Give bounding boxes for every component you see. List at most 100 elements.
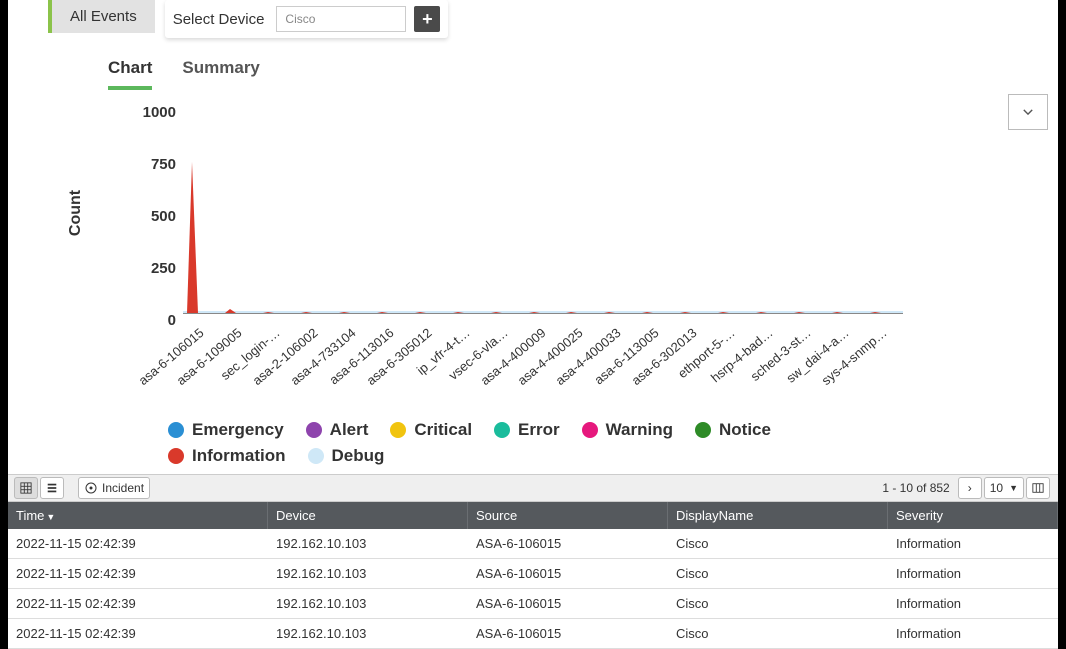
- tab-all-events[interactable]: All Events: [48, 0, 155, 33]
- chart: Count 10007505002500 asa-6-106015asa-6-1…: [108, 94, 1018, 474]
- legend-item[interactable]: Warning: [582, 420, 673, 440]
- legend-item[interactable]: Notice: [695, 420, 771, 440]
- legend-item[interactable]: Alert: [306, 420, 369, 440]
- legend-item[interactable]: Information: [168, 446, 286, 466]
- incident-icon: [84, 481, 98, 495]
- tab-chart-label: Chart: [108, 58, 152, 77]
- chart-options-button[interactable]: [1008, 94, 1048, 130]
- chart-bar: [187, 162, 198, 313]
- grid-toolbar: Incident 1 - 10 of 852 › 10 ▼: [8, 474, 1058, 502]
- chart-bar: [529, 312, 540, 313]
- cell-time: 2022-11-15 02:42:39: [8, 529, 268, 558]
- tab-chart[interactable]: Chart: [108, 54, 152, 90]
- table-row[interactable]: 2022-11-15 02:42:39192.162.10.103ASA-6-1…: [8, 589, 1058, 619]
- legend-swatch: [306, 422, 322, 438]
- sort-desc-icon: ▼: [46, 512, 55, 522]
- pager-status: 1 - 10 of 852: [882, 481, 949, 495]
- cell-device: 192.162.10.103: [268, 529, 468, 558]
- legend-item[interactable]: Critical: [390, 420, 472, 440]
- table-row[interactable]: 2022-11-15 02:42:39192.162.10.103ASA-6-1…: [8, 619, 1058, 649]
- table-row[interactable]: 2022-11-15 02:42:39192.162.10.103ASA-6-1…: [8, 559, 1058, 589]
- legend-swatch: [390, 422, 406, 438]
- cell-severity: Information: [888, 529, 1058, 558]
- x-axis-labels: asa-6-106015asa-6-109005sec_login-…asa-2…: [183, 319, 903, 414]
- cell-severity: Information: [888, 589, 1058, 618]
- chart-bar: [604, 312, 615, 313]
- page-size-select[interactable]: 10 ▼: [984, 477, 1024, 499]
- grid-icon: [20, 481, 32, 495]
- grid-header: Time▼ Device Source DisplayName Severity: [8, 502, 1058, 529]
- legend-label: Debug: [332, 446, 385, 466]
- chart-bar: [453, 312, 464, 313]
- col-header-device[interactable]: Device: [268, 502, 468, 529]
- legend-item[interactable]: Debug: [308, 446, 385, 466]
- caret-down-icon: ▼: [1009, 483, 1018, 493]
- cell-severity: Information: [888, 559, 1058, 588]
- legend-swatch: [168, 422, 184, 438]
- legend-swatch: [168, 448, 184, 464]
- add-device-button[interactable]: +: [414, 6, 440, 32]
- chevron-right-icon: ›: [968, 481, 972, 495]
- page-next-button[interactable]: ›: [958, 477, 982, 499]
- chart-bar: [491, 312, 502, 313]
- legend-label: Emergency: [192, 420, 284, 440]
- legend-item[interactable]: Emergency: [168, 420, 284, 440]
- cell-display: Cisco: [668, 559, 888, 588]
- device-input[interactable]: [276, 6, 406, 32]
- chart-bar: [339, 312, 350, 313]
- incident-button[interactable]: Incident: [78, 477, 150, 499]
- col-header-time-label: Time: [16, 508, 44, 523]
- cell-time: 2022-11-15 02:42:39: [8, 589, 268, 618]
- col-header-time[interactable]: Time▼: [8, 502, 268, 529]
- tab-summary-label: Summary: [182, 58, 259, 77]
- chart-bar: [225, 309, 236, 313]
- col-header-display[interactable]: DisplayName: [668, 502, 888, 529]
- cell-display: Cisco: [668, 529, 888, 558]
- chart-bar: [377, 312, 388, 313]
- y-tick: 500: [136, 208, 176, 260]
- chart-bar: [794, 312, 805, 313]
- device-selector: Select Device +: [165, 0, 449, 38]
- cell-device: 192.162.10.103: [268, 619, 468, 648]
- chart-bar: [301, 312, 312, 313]
- chart-bar: [415, 312, 426, 313]
- chart-bar: [642, 312, 653, 313]
- chart-bar: [680, 312, 691, 313]
- chart-bar: [718, 312, 729, 313]
- columns-config-button[interactable]: [1026, 477, 1050, 499]
- legend-swatch: [582, 422, 598, 438]
- y-axis-label: Count: [67, 190, 85, 236]
- view-grid-button[interactable]: [14, 477, 38, 499]
- legend-item[interactable]: Error: [494, 420, 560, 440]
- legend-label: Warning: [606, 420, 673, 440]
- y-tick: 1000: [136, 104, 176, 156]
- view-list-button[interactable]: [40, 477, 64, 499]
- chart-bar: [263, 312, 274, 313]
- col-header-severity[interactable]: Severity: [888, 502, 1058, 529]
- tab-summary[interactable]: Summary: [182, 54, 259, 90]
- cell-time: 2022-11-15 02:42:39: [8, 619, 268, 648]
- columns-icon: [1032, 481, 1044, 495]
- page-size-label: 10: [990, 481, 1003, 495]
- col-header-source[interactable]: Source: [468, 502, 668, 529]
- cell-source: ASA-6-106015: [468, 529, 668, 558]
- plot-area: [183, 100, 903, 314]
- y-tick: 750: [136, 156, 176, 208]
- cell-severity: Information: [888, 619, 1058, 648]
- cell-source: ASA-6-106015: [468, 559, 668, 588]
- legend-label: Critical: [414, 420, 472, 440]
- col-header-display-label: DisplayName: [676, 508, 753, 523]
- col-header-source-label: Source: [476, 508, 517, 523]
- legend-label: Error: [518, 420, 560, 440]
- tab-all-events-label: All Events: [70, 8, 137, 25]
- legend-label: Notice: [719, 420, 771, 440]
- cell-display: Cisco: [668, 589, 888, 618]
- list-icon: [46, 481, 58, 495]
- select-device-label: Select Device: [173, 11, 265, 28]
- legend-swatch: [695, 422, 711, 438]
- table-row[interactable]: 2022-11-15 02:42:39192.162.10.103ASA-6-1…: [8, 529, 1058, 559]
- chevron-down-icon: [1021, 105, 1035, 119]
- legend-swatch: [308, 448, 324, 464]
- grid-body: 2022-11-15 02:42:39192.162.10.103ASA-6-1…: [8, 529, 1058, 649]
- legend: Emergency Alert Critical Error Warning Notice…: [168, 420, 888, 466]
